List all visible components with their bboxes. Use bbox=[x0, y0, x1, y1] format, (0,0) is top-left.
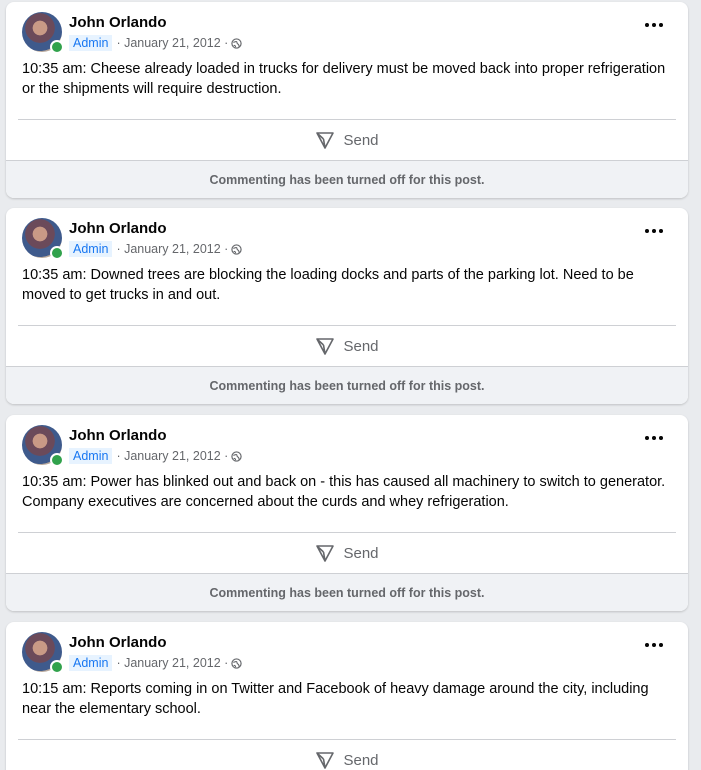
avatar[interactable] bbox=[22, 218, 64, 260]
online-status-dot bbox=[50, 660, 64, 674]
post-date[interactable]: · January 21, 2012 · bbox=[116, 449, 228, 463]
comments-disabled-notice: Commenting has been turned off for this … bbox=[6, 366, 688, 404]
post-text: 10:35 am: Downed trees are blocking the … bbox=[22, 267, 634, 303]
send-label: Send bbox=[343, 751, 379, 769]
dot-icon bbox=[652, 23, 656, 27]
admin-badge[interactable]: Admin bbox=[69, 241, 113, 257]
post-text: 10:15 am: Reports coming in on Twitter a… bbox=[22, 681, 649, 717]
dot-icon bbox=[645, 229, 649, 233]
dot-icon bbox=[659, 436, 663, 440]
post-actions: Send bbox=[18, 119, 676, 160]
post-date[interactable]: · January 21, 2012 · bbox=[116, 242, 228, 256]
send-label: Send bbox=[343, 131, 379, 149]
post-meta: Admin · January 21, 2012 · bbox=[69, 35, 242, 51]
post-actions: Send bbox=[18, 739, 676, 770]
dot-icon bbox=[659, 643, 663, 647]
admin-badge[interactable]: Admin bbox=[69, 655, 113, 671]
dot-icon bbox=[645, 643, 649, 647]
send-icon bbox=[316, 132, 335, 149]
post-header: John Orlando Admin · January 21, 2012 · bbox=[6, 2, 688, 54]
admin-badge[interactable]: Admin bbox=[69, 35, 113, 51]
post-actions: Send bbox=[18, 532, 676, 573]
comments-disabled-notice: Commenting has been turned off for this … bbox=[6, 573, 688, 611]
post-header: John Orlando Admin · January 21, 2012 · bbox=[6, 208, 688, 260]
post-date[interactable]: · January 21, 2012 · bbox=[116, 36, 228, 50]
post-meta: Admin · January 21, 2012 · bbox=[69, 241, 242, 257]
post-card: John Orlando Admin · January 21, 2012 · … bbox=[6, 2, 688, 198]
post-card: John Orlando Admin · January 21, 2012 · … bbox=[6, 208, 688, 404]
post-header: John Orlando Admin · January 21, 2012 · bbox=[6, 622, 688, 674]
dot-icon bbox=[652, 229, 656, 233]
send-icon bbox=[316, 752, 335, 769]
globe-icon bbox=[231, 37, 242, 49]
author-name[interactable]: John Orlando bbox=[69, 427, 167, 444]
globe-icon bbox=[231, 657, 242, 669]
post-date[interactable]: · January 21, 2012 · bbox=[116, 656, 228, 670]
admin-badge[interactable]: Admin bbox=[69, 448, 113, 464]
send-button[interactable]: Send bbox=[303, 744, 390, 770]
post-feed: John Orlando Admin · January 21, 2012 · … bbox=[0, 0, 701, 770]
send-button[interactable]: Send bbox=[303, 330, 390, 362]
avatar[interactable] bbox=[22, 12, 64, 54]
online-status-dot bbox=[50, 40, 64, 54]
post-text: 10:35 am: Cheese already loaded in truck… bbox=[22, 61, 666, 97]
dot-icon bbox=[659, 23, 663, 27]
dot-icon bbox=[645, 436, 649, 440]
online-status-dot bbox=[50, 453, 64, 467]
dot-icon bbox=[659, 229, 663, 233]
more-options-button[interactable] bbox=[642, 16, 666, 34]
send-label: Send bbox=[343, 544, 379, 562]
online-status-dot bbox=[50, 246, 64, 260]
send-label: Send bbox=[343, 337, 379, 355]
avatar[interactable] bbox=[22, 425, 64, 467]
comments-disabled-notice: Commenting has been turned off for this … bbox=[6, 160, 688, 198]
post-card: John Orlando Admin · January 21, 2012 · … bbox=[6, 622, 688, 770]
post-text: 10:35 am: Power has blinked out and back… bbox=[22, 474, 666, 510]
post-meta: Admin · January 21, 2012 · bbox=[69, 448, 242, 464]
avatar[interactable] bbox=[22, 632, 64, 674]
post-header: John Orlando Admin · January 21, 2012 · bbox=[6, 415, 688, 467]
post-card: John Orlando Admin · January 21, 2012 · … bbox=[6, 415, 688, 611]
send-button[interactable]: Send bbox=[303, 124, 390, 156]
post-actions: Send bbox=[18, 325, 676, 366]
send-button[interactable]: Send bbox=[303, 537, 390, 569]
dot-icon bbox=[645, 23, 649, 27]
more-options-button[interactable] bbox=[642, 636, 666, 654]
globe-icon bbox=[231, 243, 242, 255]
dot-icon bbox=[652, 436, 656, 440]
more-options-button[interactable] bbox=[642, 429, 666, 447]
globe-icon bbox=[231, 450, 242, 462]
more-options-button[interactable] bbox=[642, 222, 666, 240]
post-meta: Admin · January 21, 2012 · bbox=[69, 655, 242, 671]
author-name[interactable]: John Orlando bbox=[69, 14, 167, 31]
author-name[interactable]: John Orlando bbox=[69, 220, 167, 237]
author-name[interactable]: John Orlando bbox=[69, 634, 167, 651]
send-icon bbox=[316, 338, 335, 355]
send-icon bbox=[316, 545, 335, 562]
dot-icon bbox=[652, 643, 656, 647]
